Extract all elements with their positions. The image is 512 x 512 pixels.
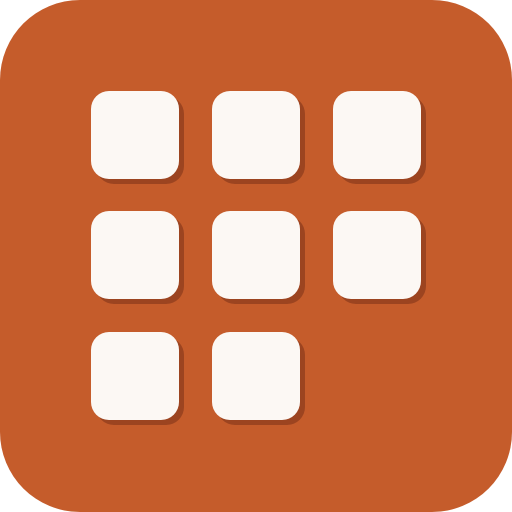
tile-8 — [212, 332, 300, 420]
tile-2 — [212, 91, 300, 179]
tile-6 — [333, 211, 421, 299]
tile-1 — [91, 91, 179, 179]
tile-4 — [91, 211, 179, 299]
tile-5 — [212, 211, 300, 299]
tile-3 — [333, 91, 421, 179]
tile-7 — [91, 332, 179, 420]
tile-grid — [0, 0, 512, 512]
app-grid-icon — [0, 0, 512, 512]
